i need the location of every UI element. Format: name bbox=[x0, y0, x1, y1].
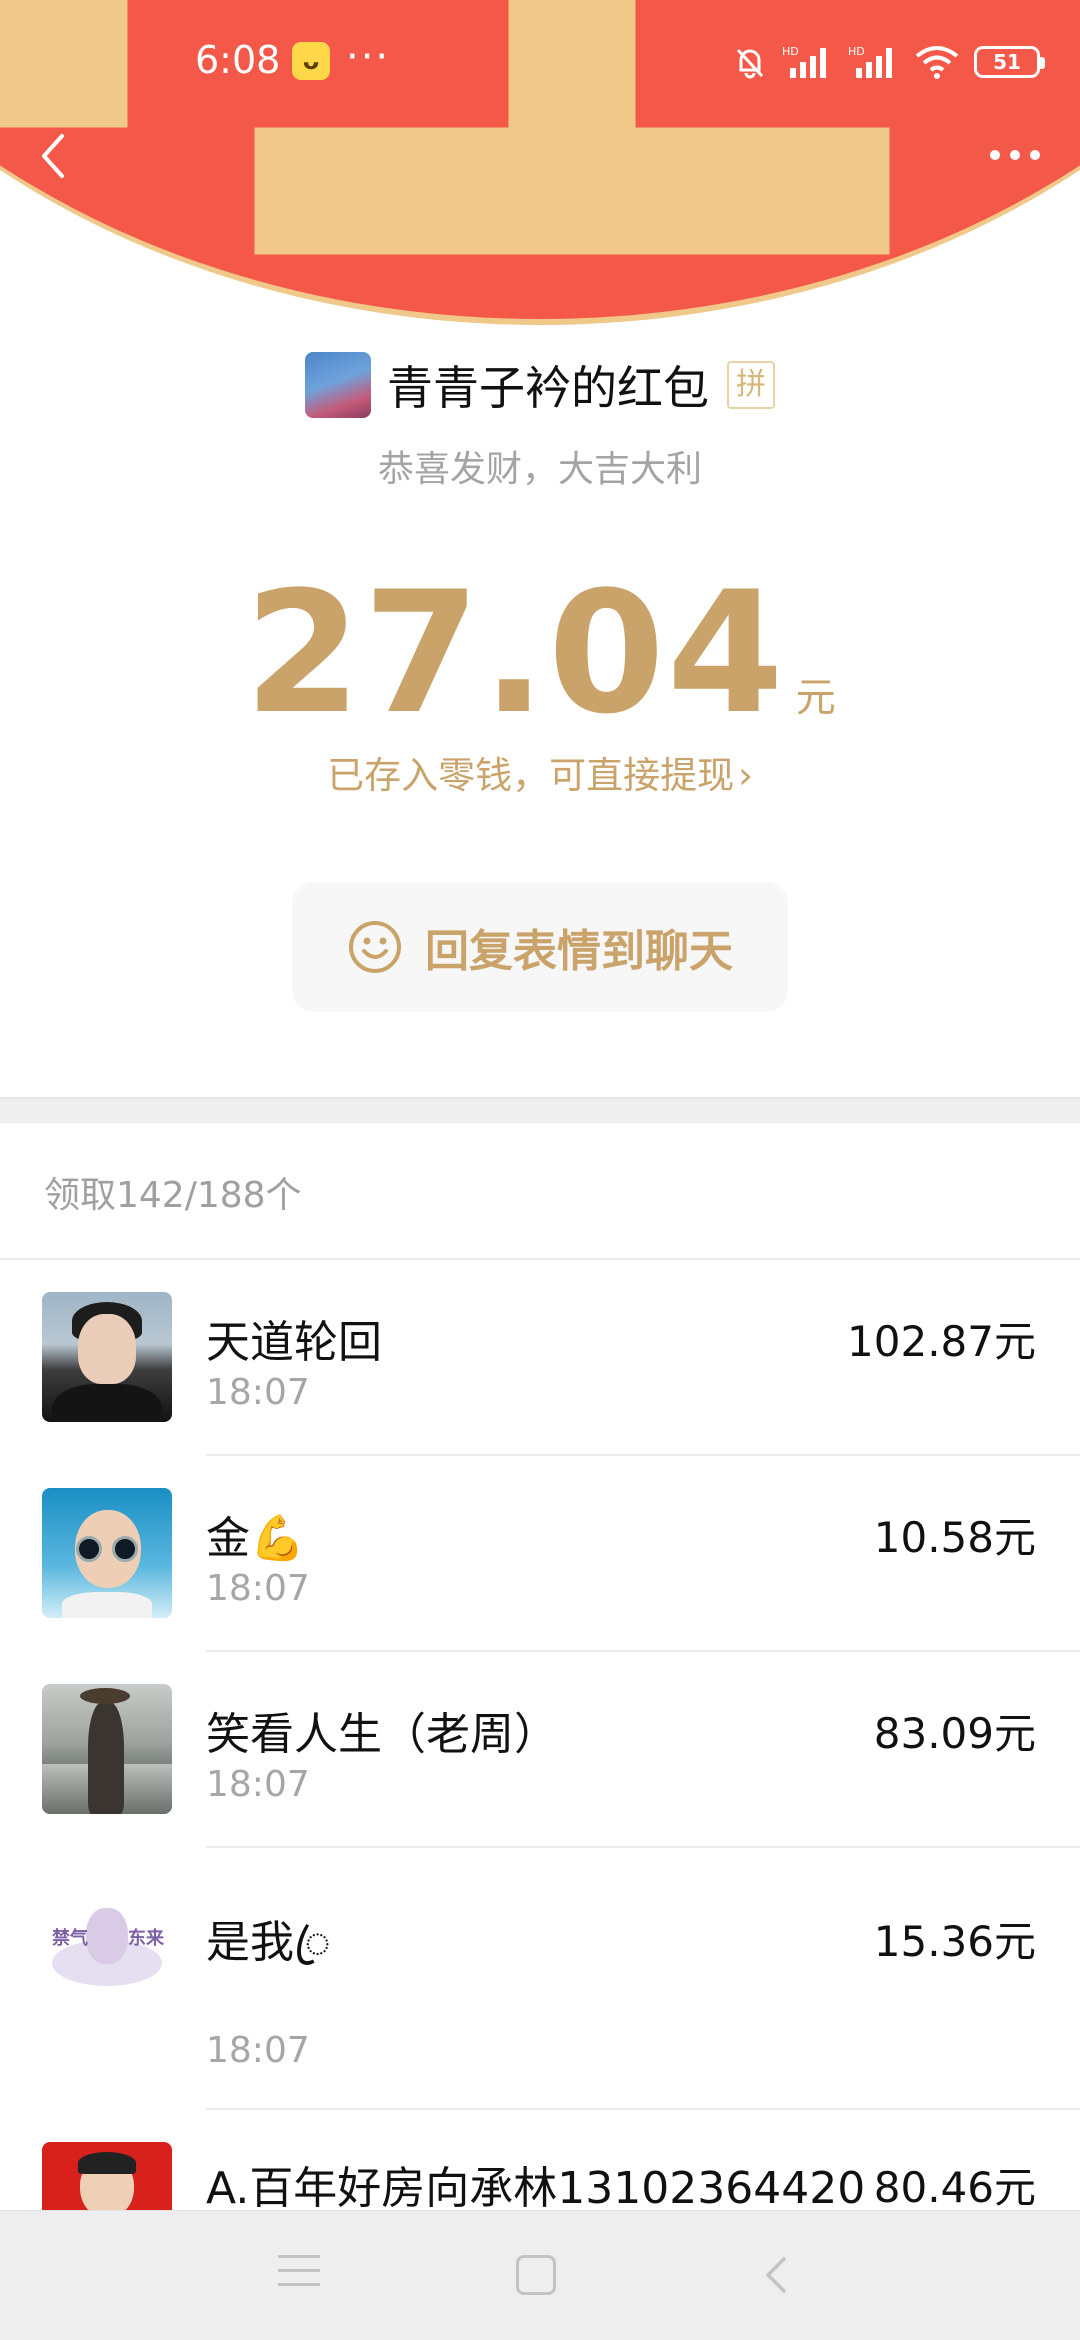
chevron-right-icon: › bbox=[738, 754, 753, 797]
signal-icon-1: HD bbox=[782, 45, 826, 78]
more-dot-icon bbox=[1010, 150, 1020, 160]
list-item[interactable]: 金💪 18:07 10.58元 bbox=[0, 1456, 1080, 1652]
status-bar: 6:08 ᴗ ··· HD HD 51 bbox=[0, 0, 1080, 125]
more-options-button[interactable] bbox=[990, 140, 1046, 170]
recipient-name: 是我ꦿ bbox=[206, 1917, 331, 1968]
recipient-name: 笑看人生（老周） bbox=[206, 1709, 558, 1760]
recipient-name: 金💪 bbox=[206, 1513, 305, 1564]
recipient-name: A.百年好房向承林13102364420 bbox=[206, 2163, 866, 2214]
recipient-time: 18:07 bbox=[206, 1764, 310, 1805]
reply-sticker-button[interactable]: 回复表情到聊天 bbox=[292, 882, 788, 1012]
recipient-amount: 15.36元 bbox=[873, 1917, 1036, 1966]
received-summary: 领取142/188个 bbox=[44, 1175, 302, 1216]
section-divider bbox=[0, 1097, 1080, 1123]
recipient-time: 18:07 bbox=[206, 2030, 310, 2071]
sender-info: 青青子衿的红包 拼 bbox=[0, 345, 1080, 425]
battery-icon: 51 bbox=[974, 46, 1045, 78]
recipient-time: 18:07 bbox=[206, 1372, 310, 1413]
recipient-avatar[interactable] bbox=[42, 1684, 172, 1814]
recipient-name: 天道轮回 bbox=[206, 1317, 382, 1368]
status-icons: HD HD 51 bbox=[732, 40, 1045, 84]
recipient-time: 18:07 bbox=[206, 1568, 310, 1609]
more-dot-icon bbox=[990, 150, 1000, 160]
wifi-icon bbox=[915, 46, 959, 79]
signal-icon-2: HD bbox=[848, 45, 892, 78]
svg-text:HD: HD bbox=[848, 45, 865, 58]
home-button[interactable] bbox=[516, 2255, 556, 2295]
amount-unit: 元 bbox=[795, 675, 836, 721]
list-item[interactable]: 天道轮回 18:07 102.87元 bbox=[0, 1260, 1080, 1456]
recipient-avatar[interactable] bbox=[42, 1292, 172, 1422]
received-amount: 27.04 bbox=[244, 555, 786, 751]
more-notifications-icon: ··· bbox=[346, 34, 391, 80]
recent-apps-button[interactable] bbox=[278, 2255, 320, 2291]
recipient-avatar[interactable]: 禁气 东来 bbox=[42, 1878, 172, 2008]
more-dot-icon bbox=[1030, 150, 1040, 160]
amount-row: 27.04 元 bbox=[0, 555, 1080, 751]
stored-to-wallet-link[interactable]: 已存入零钱，可直接提现 › bbox=[0, 745, 1080, 799]
reply-sticker-label: 回复表情到聊天 bbox=[425, 926, 733, 977]
sender-avatar[interactable] bbox=[305, 352, 371, 418]
list-item[interactable]: 禁气 东来 是我ꦿ 18:07 15.36元 bbox=[0, 1848, 1080, 2110]
list-item[interactable]: 笑看人生（老周） 18:07 83.09元 bbox=[0, 1652, 1080, 1848]
back-arrow-icon[interactable] bbox=[32, 128, 76, 184]
stored-tip-text: 已存入零钱，可直接提现 bbox=[327, 754, 735, 797]
recipient-amount: 10.58元 bbox=[873, 1513, 1036, 1562]
recipient-avatar[interactable] bbox=[42, 1488, 172, 1618]
mute-bell-icon bbox=[736, 48, 764, 79]
status-time: 6:08 bbox=[195, 38, 281, 82]
system-back-button[interactable] bbox=[760, 2255, 794, 2295]
pin-tag-badge: 拼 bbox=[727, 361, 775, 409]
recipient-amount: 83.09元 bbox=[873, 1709, 1036, 1758]
app-notification-icon: ᴗ bbox=[292, 42, 330, 80]
system-navigation-bar bbox=[0, 2210, 1080, 2340]
svg-text:HD: HD bbox=[782, 45, 799, 58]
blessing-text: 恭喜发财，大吉大利 bbox=[377, 449, 702, 490]
sender-name: 青青子衿的红包 bbox=[387, 361, 709, 415]
recipient-amount: 80.46元 bbox=[873, 2163, 1036, 2212]
smiley-icon bbox=[349, 921, 401, 973]
recipient-amount: 102.87元 bbox=[847, 1317, 1036, 1366]
